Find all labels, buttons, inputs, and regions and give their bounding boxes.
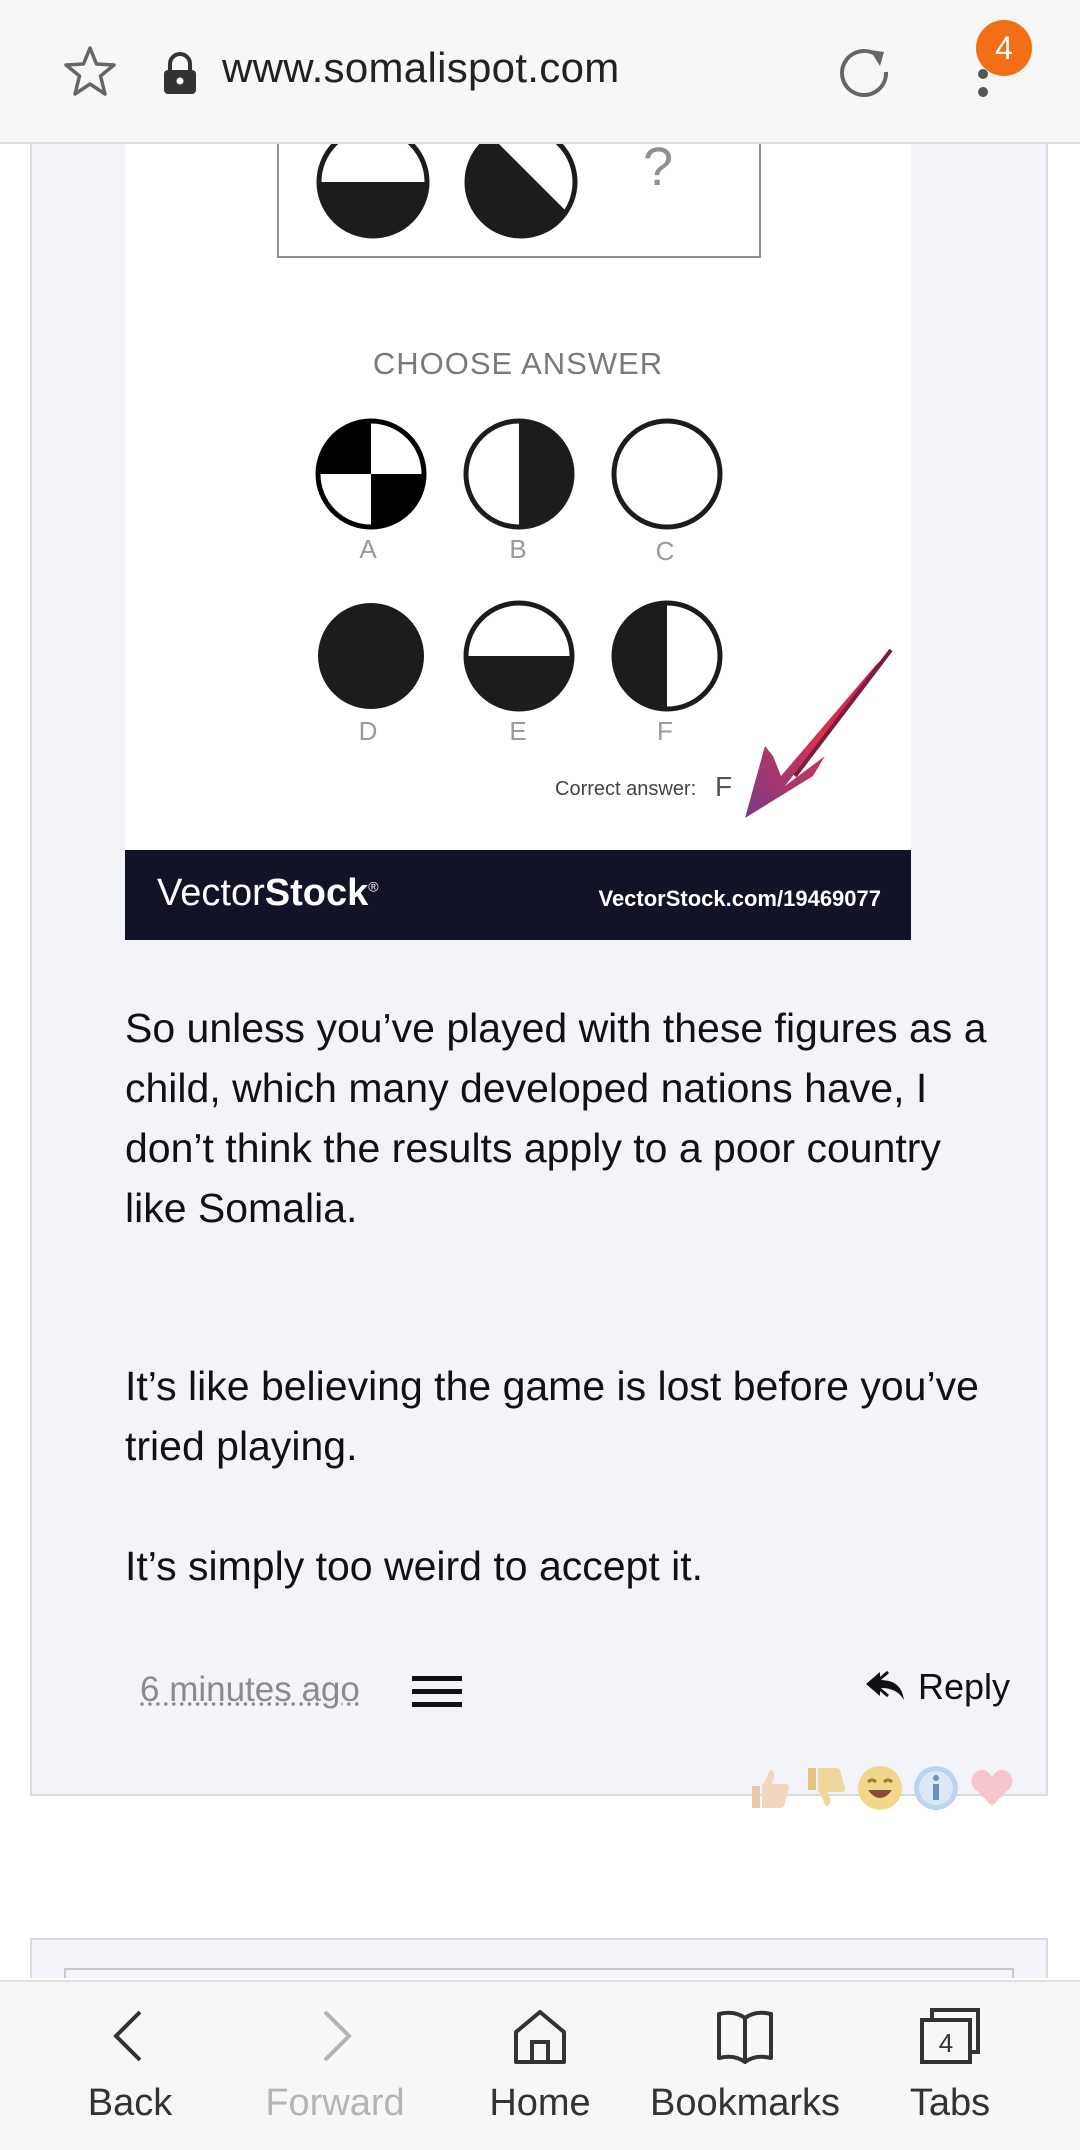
lock-icon <box>164 52 196 94</box>
reload-icon[interactable] <box>834 42 894 102</box>
post-paragraph-1: So unless you’ve played with these figur… <box>125 1005 987 1231</box>
option-label-d: D <box>358 716 378 746</box>
post-image[interactable]: ? CHOOSE ANSWER A B C D E F Correct answ… <box>125 144 911 940</box>
vectorstock-watermark-bar: VectorStock® VectorStock.com/19469077 <box>125 850 911 940</box>
nav-bookmarks-label: Bookmarks <box>649 2082 841 2124</box>
option-label-c: C <box>655 536 675 566</box>
option-label-b: B <box>509 534 527 564</box>
vectorstock-url: VectorStock.com/19469077 <box>598 886 881 911</box>
tabs-icon: 4 <box>920 2008 980 2064</box>
nav-bookmarks[interactable]: Bookmarks <box>640 1982 850 2150</box>
sequence-question-mark: ? <box>643 144 674 197</box>
option-f-circle <box>611 600 723 712</box>
nav-home-label: Home <box>489 2082 591 2124</box>
info-icon[interactable] <box>912 1764 960 1812</box>
nav-tabs[interactable]: 4 Tabs <box>880 1982 1020 2150</box>
thumbs-down-icon[interactable] <box>800 1764 848 1812</box>
option-label-f: F <box>657 716 673 746</box>
page-content: ? CHOOSE ANSWER A B C D E F Correct answ… <box>0 144 1080 1978</box>
red-arrow-annotation <box>745 648 893 818</box>
option-b-circle <box>463 418 575 530</box>
chevron-right-icon <box>323 2010 352 2062</box>
nav-back[interactable]: Back <box>60 1982 200 2150</box>
post-timestamp[interactable]: 6 minutes ago <box>140 1670 360 1710</box>
option-e-circle <box>463 600 575 712</box>
vectorstock-logo: VectorStock® <box>157 872 379 914</box>
thumbs-up-icon[interactable] <box>744 1764 792 1812</box>
reply-icon[interactable] <box>864 1666 906 1706</box>
option-a-circle <box>315 418 427 530</box>
option-label-e: E <box>509 716 527 746</box>
hamburger-menu-icon[interactable] <box>412 1672 462 1712</box>
next-post-quote-box <box>64 1968 1014 1978</box>
reply-button[interactable]: Reply <box>918 1666 1010 1708</box>
correct-answer-label: Correct answer: <box>555 778 697 800</box>
notification-badge: 4 <box>976 20 1032 76</box>
choose-answer-heading: CHOOSE ANSWER <box>372 346 664 381</box>
nav-tabs-label: Tabs <box>909 2082 991 2124</box>
browser-toolbar: www.somalispot.com 4 <box>0 0 1080 144</box>
nav-forward[interactable]: Forward <box>250 1982 420 2150</box>
nav-forward-label: Forward <box>265 2082 405 2124</box>
post-paragraph-2: It’s like believing the game is lost bef… <box>125 1363 979 1469</box>
address-bar-url[interactable]: www.somalispot.com <box>222 44 620 92</box>
star-icon[interactable] <box>62 44 118 100</box>
nav-back-label: Back <box>87 2082 173 2124</box>
option-label-a: A <box>359 534 377 564</box>
sequence-circle-diagonal <box>464 144 578 239</box>
post-paragraph-3: It’s simply too weird to accept it. <box>125 1543 704 1589</box>
next-forum-post <box>30 1938 1048 1978</box>
bookmarks-book-icon <box>717 2010 773 2064</box>
forum-post: ? CHOOSE ANSWER A B C D E F Correct answ… <box>30 144 1048 1810</box>
chevron-left-icon <box>113 2010 142 2062</box>
heart-icon[interactable] <box>968 1764 1016 1812</box>
browser-bottom-nav: Back Forward Home Bookmarks 4 Tabs <box>0 1980 1080 2150</box>
option-d-circle <box>318 603 424 709</box>
sequence-circle-half <box>316 144 430 239</box>
tabs-count: 4 <box>939 2028 953 2058</box>
nav-home[interactable]: Home <box>470 1982 610 2150</box>
home-icon <box>514 2010 566 2064</box>
laugh-icon[interactable] <box>856 1764 904 1812</box>
option-c-circle <box>611 418 723 530</box>
